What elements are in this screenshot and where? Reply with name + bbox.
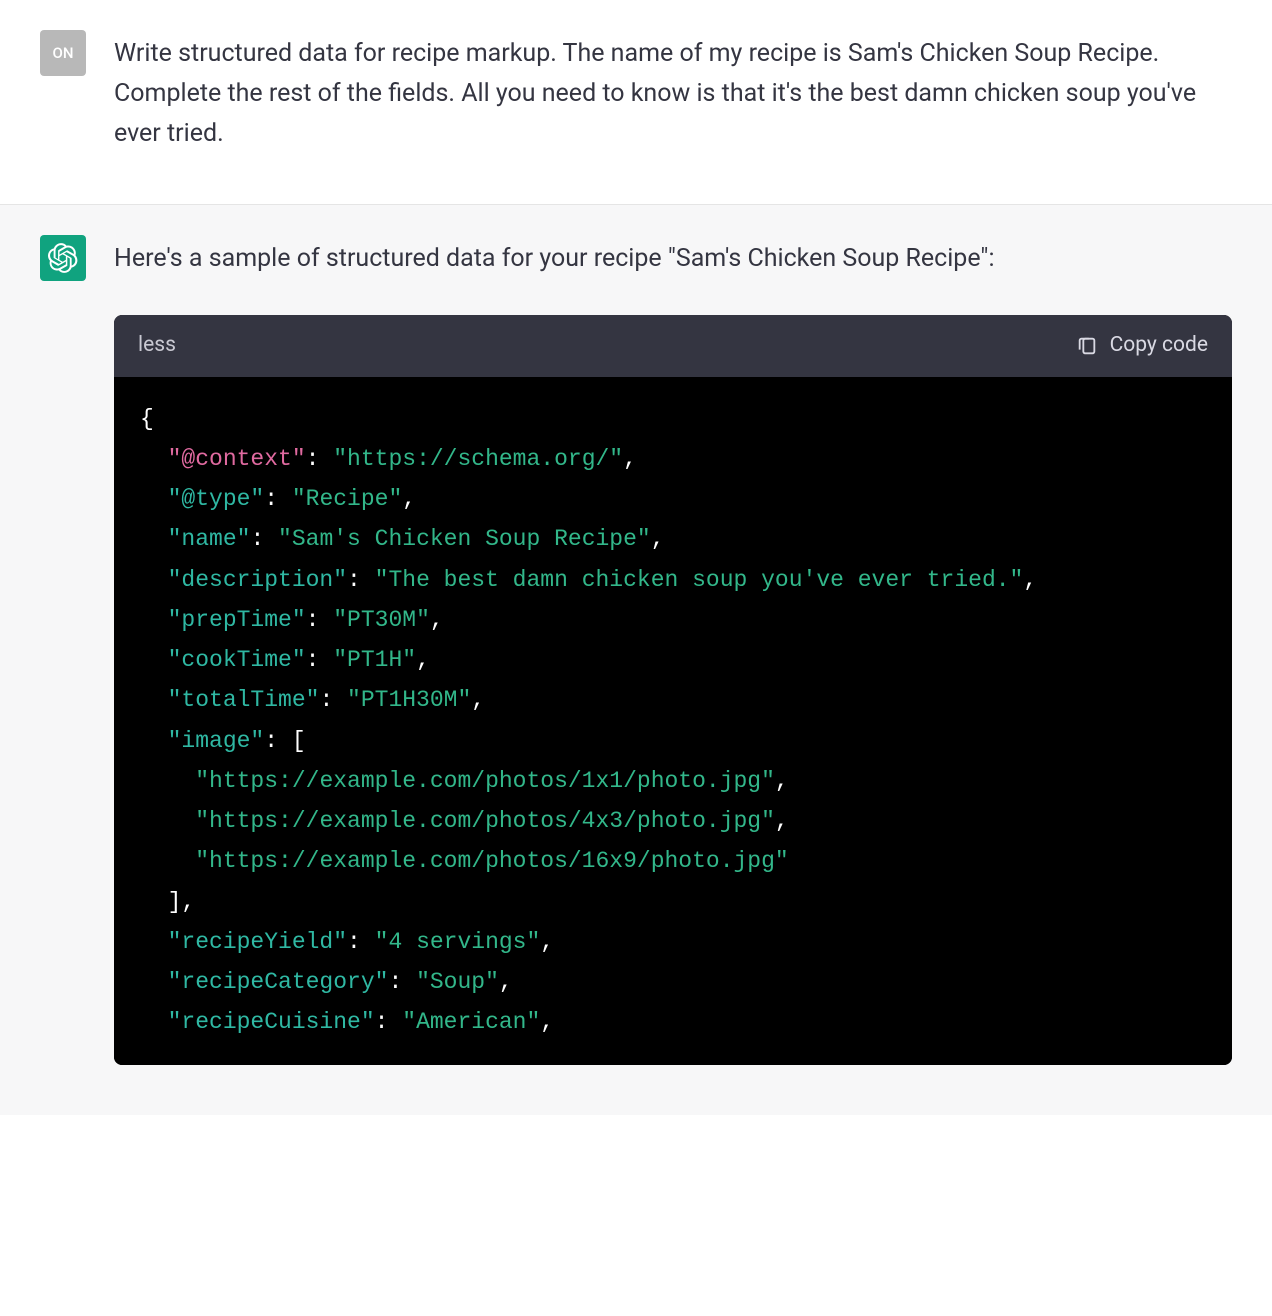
user-message-row: ON Write structured data for recipe mark… (0, 0, 1272, 205)
code-block-header: less Copy code (114, 315, 1232, 377)
code-block: less Copy code { "@context": "https://sc… (114, 315, 1232, 1065)
copy-code-label: Copy code (1110, 329, 1208, 363)
clipboard-icon (1076, 335, 1098, 357)
assistant-avatar (40, 235, 86, 281)
user-message-text: Write structured data for recipe markup.… (114, 30, 1232, 154)
user-avatar: ON (40, 30, 86, 76)
code-language-label: less (138, 329, 176, 363)
code-body[interactable]: { "@context": "https://schema.org/", "@t… (114, 377, 1232, 1065)
copy-code-button[interactable]: Copy code (1076, 329, 1208, 363)
assistant-message-text: Here's a sample of structured data for y… (114, 239, 1232, 279)
user-avatar-label: ON (53, 44, 74, 62)
assistant-message-row: Here's a sample of structured data for y… (0, 205, 1272, 1115)
assistant-message-content: Here's a sample of structured data for y… (114, 235, 1232, 1065)
openai-logo-icon (48, 243, 78, 273)
